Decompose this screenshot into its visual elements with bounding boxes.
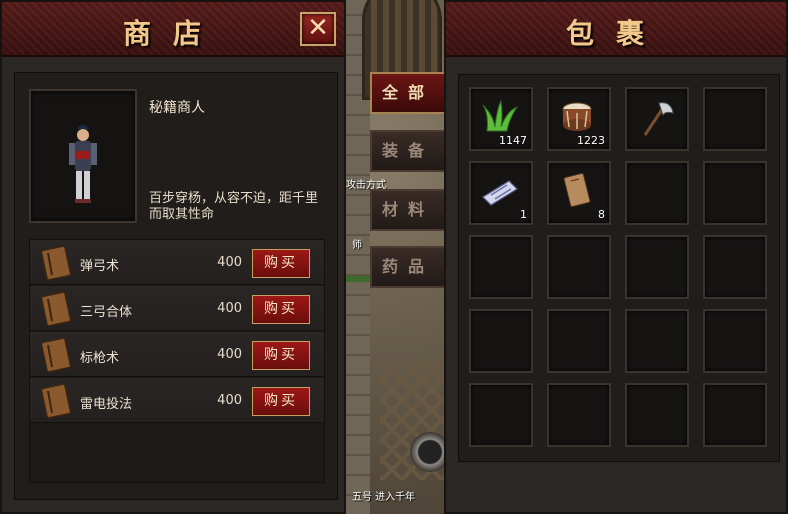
slot-count: 1223	[577, 134, 605, 147]
bag-slot[interactable]	[703, 235, 767, 299]
item-price: 400	[217, 347, 242, 362]
bag-slot[interactable]	[625, 87, 689, 151]
skill-book-icon	[40, 291, 72, 327]
shop-item-row: 三弓合体 400 购买	[30, 286, 324, 331]
item-name: 雷电投法	[80, 397, 133, 412]
bag-slot[interactable]	[547, 383, 611, 447]
bag-slot[interactable]	[625, 309, 689, 373]
close-icon: ✕	[307, 13, 329, 43]
slot-count: 1	[520, 208, 527, 221]
shop-header: 商店 ✕	[2, 2, 344, 57]
item-name: 三弓合体	[80, 305, 133, 320]
shop-panel: 商店 ✕ 秘籍商人 百步穿杨，从容不迫，距千里而取其性命 弹弓术 400 购买 …	[0, 0, 346, 514]
book-icon	[563, 172, 591, 208]
tab-equipment[interactable]: 装备	[370, 130, 444, 172]
scroll-icon	[482, 180, 518, 206]
bag-slot[interactable]	[469, 309, 533, 373]
shop-item-row: 标枪术 400 购买	[30, 332, 324, 377]
bag-panel: 包裹 1147 1223 1 8	[444, 0, 788, 514]
skill-book-icon	[40, 337, 72, 373]
bag-grid: 1147 1223 1 8	[458, 74, 780, 462]
shop-title: 商店	[122, 17, 223, 50]
item-name: 弹弓术	[80, 259, 120, 274]
bag-slot[interactable]	[703, 383, 767, 447]
npc-portrait	[29, 89, 137, 223]
tab-potions[interactable]: 药品	[370, 246, 444, 288]
npc-name: 秘籍商人	[149, 100, 205, 116]
bag-slot[interactable]	[625, 161, 689, 225]
bag-slot[interactable]	[703, 87, 767, 151]
bag-slot[interactable]	[469, 235, 533, 299]
buy-button[interactable]: 购买	[252, 387, 310, 416]
slot-count: 1147	[499, 134, 527, 147]
axe-icon	[643, 102, 674, 136]
item-price: 400	[217, 393, 242, 408]
drum-icon	[562, 102, 592, 131]
bag-slot[interactable]	[547, 235, 611, 299]
slot-count: 8	[598, 208, 605, 221]
npc-description: 百步穿杨，从容不迫，距千里而取其性命	[149, 191, 319, 222]
bag-slot[interactable]: 1147	[469, 87, 533, 151]
bag-slot[interactable]	[625, 383, 689, 447]
skill-book-icon	[40, 245, 72, 281]
item-name: 标枪术	[80, 351, 120, 366]
buy-button[interactable]: 购买	[252, 295, 310, 324]
buy-button[interactable]: 购买	[252, 341, 310, 370]
close-button[interactable]: ✕	[300, 12, 336, 46]
shop-item-list: 弹弓术 400 购买 三弓合体 400 购买 标枪术 400 购买 雷电投法 4…	[29, 239, 325, 483]
item-price: 400	[217, 255, 242, 270]
tab-materials[interactable]: 材料	[370, 189, 444, 231]
bag-title: 包裹	[565, 17, 666, 50]
buy-button[interactable]: 购买	[252, 249, 310, 278]
bag-slot[interactable]: 1	[469, 161, 533, 225]
bag-slot[interactable]: 8	[547, 161, 611, 225]
bag-slot[interactable]	[547, 309, 611, 373]
bag-slot[interactable]: 1223	[547, 87, 611, 151]
bag-slot[interactable]	[469, 383, 533, 447]
bag-header: 包裹	[446, 2, 786, 57]
round-ornament	[410, 432, 448, 472]
skill-book-icon	[40, 383, 72, 419]
item-price: 400	[217, 301, 242, 316]
shop-item-row: 弹弓术 400 购买	[30, 240, 324, 285]
scene-text-master: 师	[352, 240, 362, 251]
merchant-figure-icon	[69, 125, 97, 203]
scene-text-enter: 五号 进入千年	[352, 492, 416, 503]
shop-item-row: 雷电投法 400 购买	[30, 378, 324, 423]
bag-slot[interactable]	[703, 309, 767, 373]
grass-icon	[482, 99, 519, 132]
shop-body: 秘籍商人 百步穿杨，从容不迫，距千里而取其性命 弹弓术 400 购买 三弓合体 …	[14, 72, 338, 500]
bag-slot[interactable]	[703, 161, 767, 225]
bag-slot[interactable]	[625, 235, 689, 299]
tab-all[interactable]: 全部	[370, 72, 444, 114]
